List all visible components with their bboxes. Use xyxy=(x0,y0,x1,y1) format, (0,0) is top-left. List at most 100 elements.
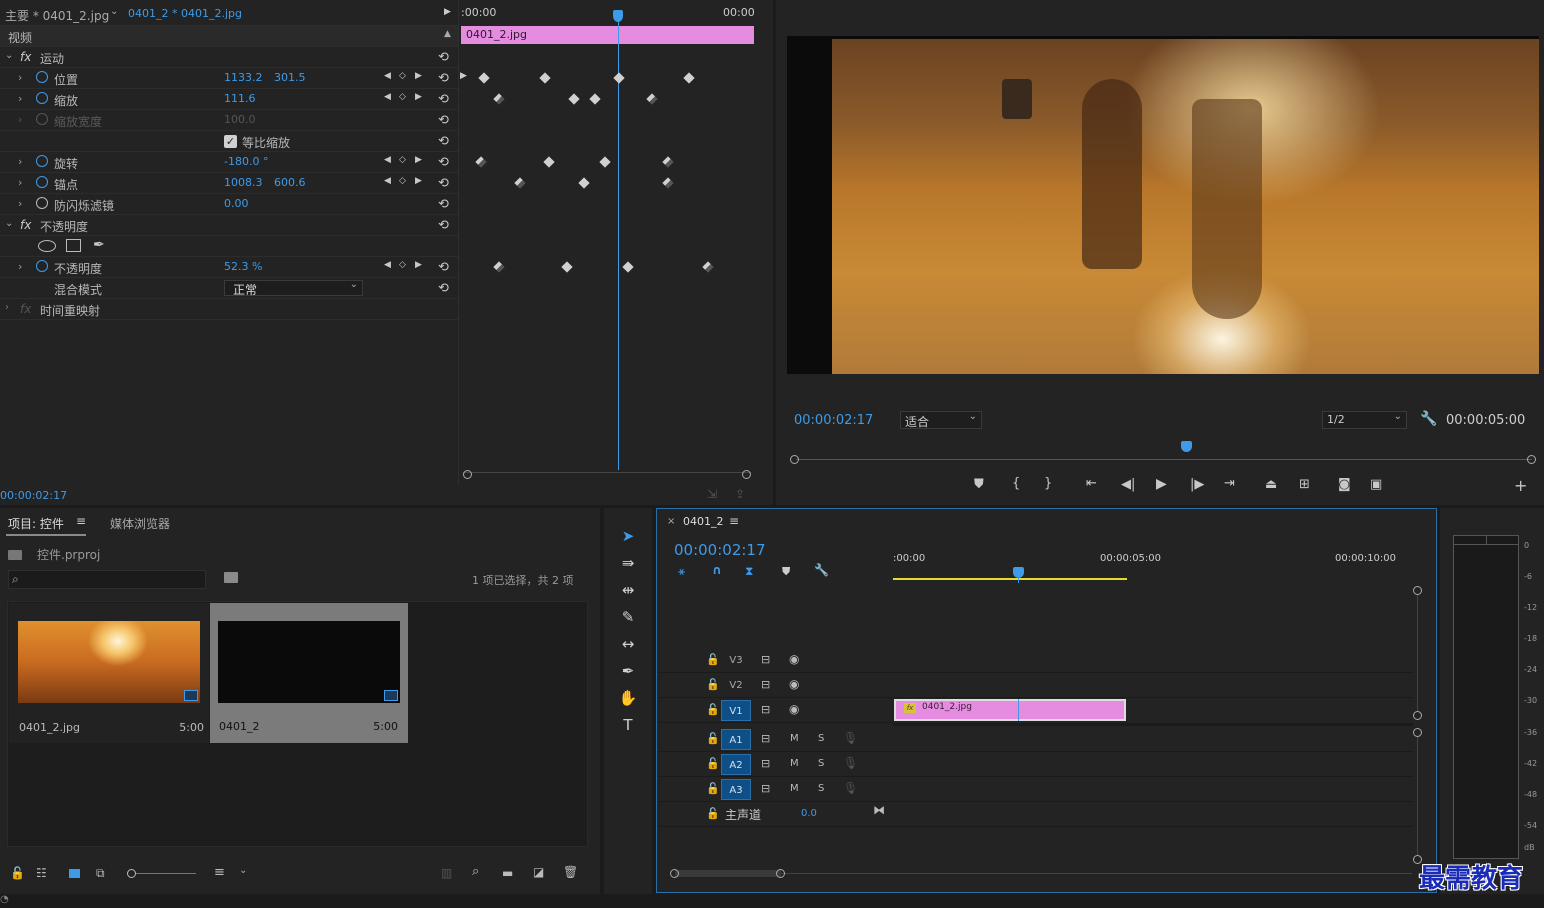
anchor-x-value[interactable]: 1008.3 xyxy=(224,176,263,189)
wrench-icon[interactable]: 🔧 xyxy=(814,563,829,577)
pen-tool-icon[interactable]: ✒ xyxy=(614,662,642,686)
expand-icon[interactable]: › xyxy=(18,155,22,168)
keyframe[interactable] xyxy=(683,72,695,84)
effect-timeline[interactable]: :00:00 00:00 0401_2.jpg ▶ ⇲ ⇪ xyxy=(458,0,755,501)
keyframe[interactable] xyxy=(561,261,573,273)
add-keyframe-icon[interactable]: ◇ xyxy=(399,92,406,102)
scroll-thumb[interactable] xyxy=(675,870,781,877)
expand-icon[interactable]: › xyxy=(18,260,22,273)
timeline-hscroll[interactable] xyxy=(670,869,1412,879)
pen-mask-icon[interactable]: ✒ xyxy=(93,237,105,253)
rectangle-mask-icon[interactable] xyxy=(66,239,81,252)
keyframe[interactable] xyxy=(539,72,551,84)
sync-lock-icon[interactable]: ⊟ xyxy=(761,653,770,666)
scroll-handle-left[interactable] xyxy=(463,470,472,479)
project-item-selected[interactable]: 0401_2 5:00 xyxy=(210,603,408,743)
razor-tool-icon[interactable]: ✎ xyxy=(614,608,642,632)
reset-icon[interactable]: ⟲ xyxy=(438,50,449,65)
mute-button[interactable]: M xyxy=(790,783,799,794)
mark-in-icon[interactable]: { xyxy=(1012,476,1020,491)
blend-mode-dropdown[interactable]: 正常 ⌄ xyxy=(224,279,363,297)
prev-keyframe-icon[interactable]: ◀ xyxy=(384,71,391,81)
keyframe-navigator[interactable]: ◀ ◇ ▶ xyxy=(384,176,424,190)
fit-dropdown[interactable]: 适合 ⌄ xyxy=(900,411,982,429)
reset-icon[interactable]: ⟲ xyxy=(438,134,449,149)
ripple-edit-tool-icon[interactable]: ⇹ xyxy=(614,581,642,605)
eye-icon[interactable]: ◉ xyxy=(789,677,799,691)
new-bin-icon[interactable] xyxy=(224,572,238,583)
eye-icon[interactable]: ◉ xyxy=(789,702,799,716)
solo-button[interactable]: S xyxy=(818,783,824,794)
keyframe[interactable] xyxy=(475,156,487,168)
export-frame-icon[interactable]: ⇲ xyxy=(707,487,717,501)
keyframe-navigator[interactable]: ◀ ◇ ▶ xyxy=(384,71,424,85)
sort-icon[interactable]: ≡ xyxy=(214,865,225,880)
prev-keyframe-icon[interactable]: ◀ xyxy=(384,260,391,270)
eye-icon[interactable]: ◉ xyxy=(789,652,799,666)
keyframe[interactable] xyxy=(662,177,674,189)
snap-magnet-icon[interactable]: ∩ xyxy=(712,563,722,577)
reset-icon[interactable]: ⟲ xyxy=(438,218,449,233)
lock-icon[interactable]: 🔓 xyxy=(706,782,720,795)
lift-icon[interactable]: ⏏ xyxy=(1265,477,1277,492)
add-button-icon[interactable]: + xyxy=(1514,476,1527,495)
zoom-slider-handle[interactable] xyxy=(127,869,136,878)
reset-icon[interactable]: ⟲ xyxy=(438,71,449,86)
keyframe[interactable] xyxy=(478,72,490,84)
solo-button[interactable]: S xyxy=(818,758,824,769)
selection-tool-icon[interactable]: ➤ xyxy=(614,527,642,551)
chevron-down-icon[interactable]: ⌄ xyxy=(239,865,247,876)
stopwatch-icon[interactable] xyxy=(36,197,48,209)
type-tool-icon[interactable]: T xyxy=(614,716,642,740)
keyframe[interactable] xyxy=(578,177,590,189)
step-back-icon[interactable]: ◀| xyxy=(1121,477,1135,492)
chevron-down-icon[interactable]: ⌄ xyxy=(110,6,118,17)
extract-icon[interactable]: ⊞ xyxy=(1299,477,1310,492)
chevron-down-icon[interactable]: ⌄ xyxy=(5,50,13,61)
ellipse-mask-icon[interactable] xyxy=(38,240,56,252)
keyframe[interactable] xyxy=(702,261,714,273)
track-label[interactable]: A1 xyxy=(721,729,751,750)
keyframe[interactable] xyxy=(514,177,526,189)
program-scrubber[interactable] xyxy=(790,440,1536,465)
prev-keyframe-icon[interactable]: ◀ xyxy=(384,155,391,165)
effect-opacity[interactable]: ⌄ fx 不透明度 ⟲ xyxy=(0,215,458,236)
keyframe-navigator[interactable]: ◀ ◇ ▶ xyxy=(384,155,424,169)
next-keyframe-icon[interactable]: ▶ xyxy=(415,176,422,186)
scroll-handle-left[interactable] xyxy=(670,869,679,878)
keyframe[interactable] xyxy=(599,156,611,168)
add-marker-icon[interactable]: ⛊ xyxy=(782,565,790,579)
next-keyframe-icon[interactable]: ▶ xyxy=(415,71,422,81)
stopwatch-icon[interactable] xyxy=(36,176,48,188)
position-y-value[interactable]: 301.5 xyxy=(274,71,306,84)
play-only-icon[interactable]: ▶ xyxy=(444,7,451,17)
mark-out-icon[interactable]: } xyxy=(1044,476,1052,491)
keyframe-navigator[interactable]: ◀ ◇ ▶ xyxy=(384,260,424,274)
reset-icon[interactable]: ⟲ xyxy=(438,92,449,107)
stopwatch-icon[interactable] xyxy=(36,155,48,167)
collapse-up-icon[interactable]: ▲ xyxy=(444,29,451,39)
program-video-frame[interactable] xyxy=(787,36,1539,374)
reset-icon[interactable]: ⟲ xyxy=(438,176,449,191)
linked-selection-icon[interactable]: ⧗ xyxy=(745,564,753,579)
sync-lock-icon[interactable]: ⊟ xyxy=(761,757,770,770)
mute-button[interactable]: M xyxy=(790,733,799,744)
nest-icon[interactable]: ⚹ xyxy=(678,564,685,579)
sync-lock-icon[interactable]: ⊟ xyxy=(761,782,770,795)
sync-lock-icon[interactable]: ⊟ xyxy=(761,703,770,716)
scale-value[interactable]: 111.6 xyxy=(224,92,256,105)
keyframe[interactable] xyxy=(589,93,601,105)
keyframe[interactable] xyxy=(662,156,674,168)
tab-project[interactable]: 项目: 控件 xyxy=(8,515,64,532)
lock-icon[interactable]: 🔓 xyxy=(706,732,720,745)
stopwatch-icon[interactable] xyxy=(36,92,48,104)
anchor-y-value[interactable]: 600.6 xyxy=(274,176,306,189)
microphone-icon[interactable]: 🎙 xyxy=(843,781,858,795)
track-select-tool-icon[interactable]: ⇛ xyxy=(614,554,642,578)
sync-lock-icon[interactable]: ⊟ xyxy=(761,678,770,691)
list-view-icon[interactable]: ☷ xyxy=(36,866,47,880)
prev-keyframe-icon[interactable]: ◀ xyxy=(384,176,391,186)
scrub-handle-right[interactable] xyxy=(1527,455,1536,464)
microphone-icon[interactable]: 🎙 xyxy=(843,731,858,745)
expand-icon[interactable]: › xyxy=(18,92,22,105)
